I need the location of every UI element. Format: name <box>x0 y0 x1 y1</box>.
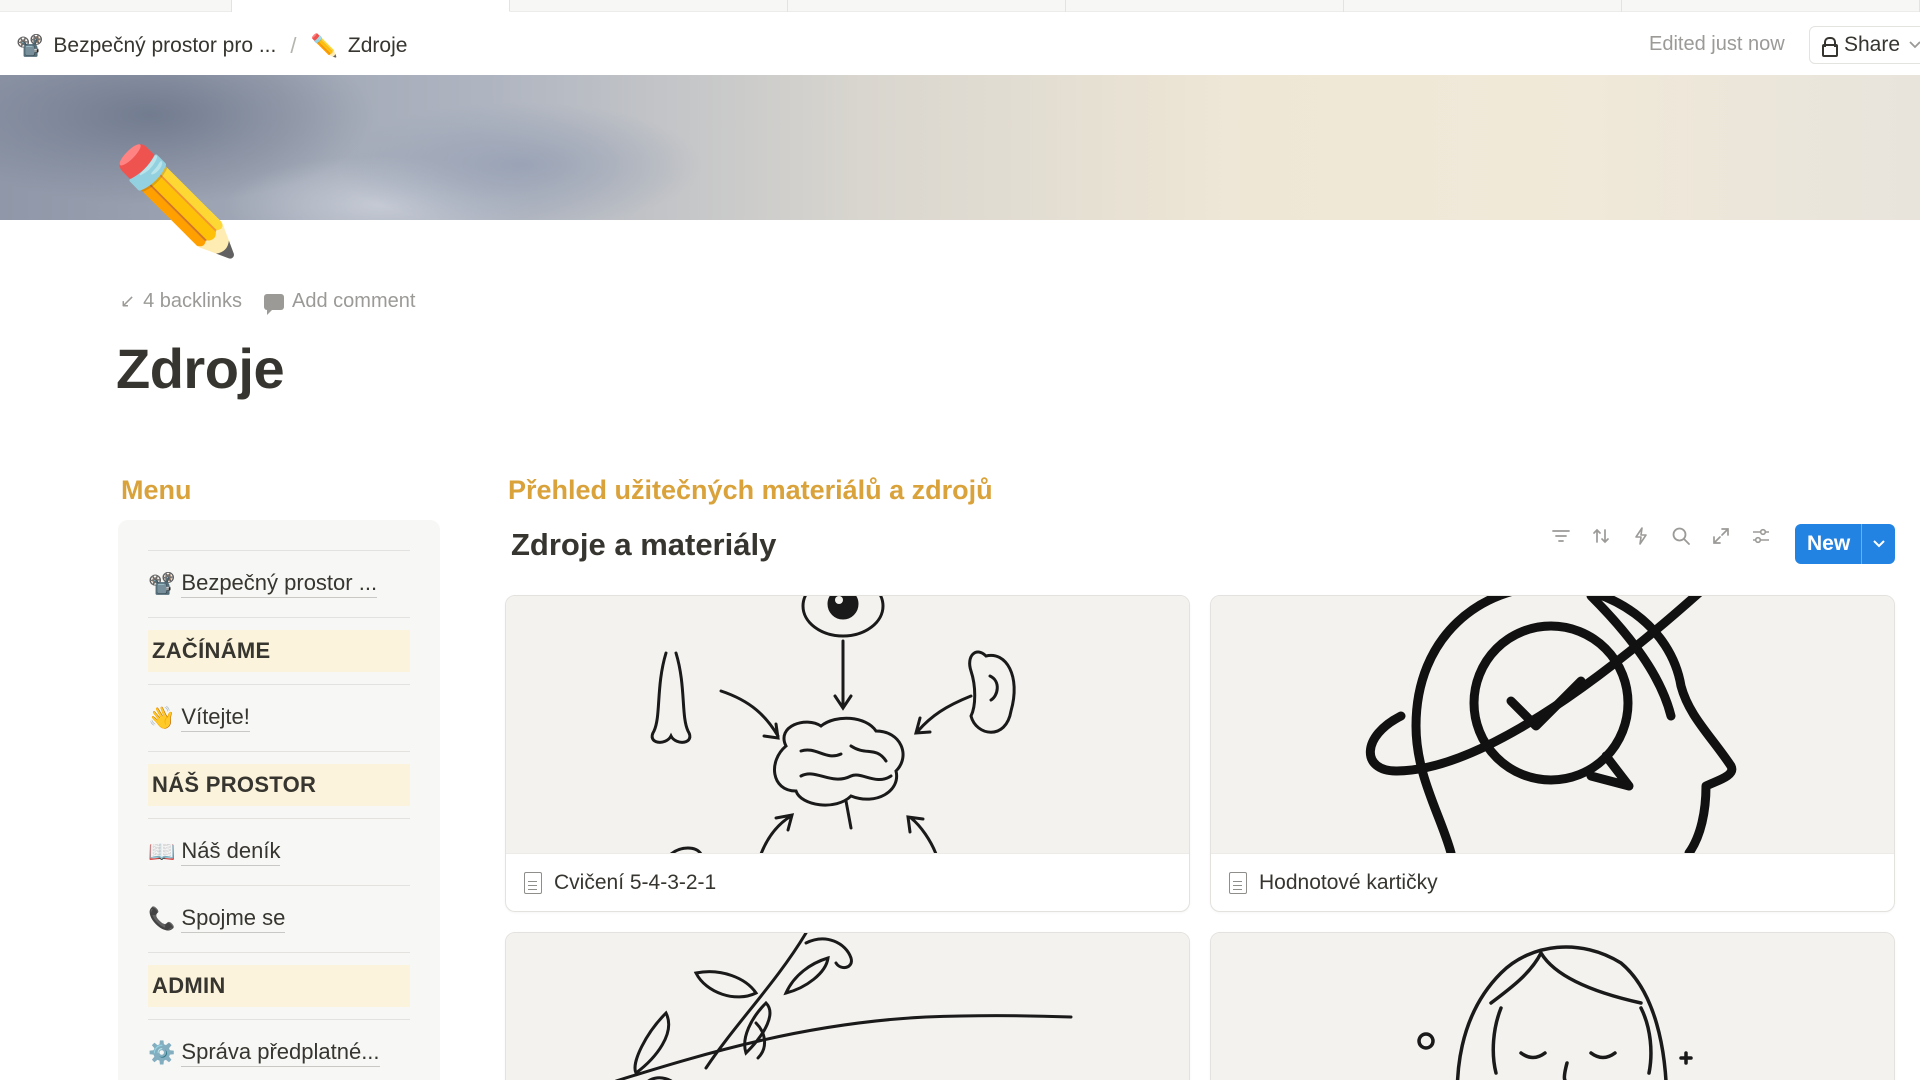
pencil-icon: ✏️ <box>310 33 338 58</box>
head-checkmark-illustration <box>1211 596 1894 853</box>
database-toolbar <box>1550 525 1772 547</box>
new-button[interactable]: New <box>1795 524 1895 564</box>
browser-tab[interactable] <box>1622 0 1920 12</box>
backlinks-label: 4 backlinks <box>143 290 243 312</box>
menu-section-label: ADMIN <box>148 965 410 1007</box>
page-icon <box>524 871 542 894</box>
database-title[interactable]: Zdroje a materiály <box>511 527 776 563</box>
share-label: Share <box>1844 33 1901 56</box>
chevron-down-icon <box>1909 41 1920 49</box>
menu-item-label: Náš deník <box>181 838 281 866</box>
branch-leaves-illustration <box>506 933 1189 1080</box>
breadcrumb-parent-label: Bezpečný prostor pro ... <box>53 34 277 57</box>
menu-heading: Menu <box>121 475 192 505</box>
gallery-card[interactable]: Cvičení 5-4-3-2-1 <box>505 595 1190 912</box>
chevron-down-icon[interactable] <box>1861 524 1895 564</box>
browser-tab[interactable] <box>1066 0 1344 12</box>
page-icon[interactable]: ✏️ <box>112 150 242 254</box>
breadcrumb-current-label: Zdroje <box>347 34 408 57</box>
browser-tab[interactable] <box>788 0 1066 12</box>
page-title[interactable]: Zdroje <box>116 336 285 401</box>
gallery-card[interactable] <box>505 932 1190 1080</box>
arrow-down-left-icon: ↙ <box>120 291 136 311</box>
gallery-card[interactable] <box>1210 932 1895 1080</box>
girl-face-illustration <box>1211 933 1894 1080</box>
menu-item-label: Bezpečný prostor ... <box>181 570 378 598</box>
menu-item-label: Spojme se <box>181 905 286 933</box>
projector-icon: 📽️ <box>16 33 44 58</box>
topbar: 📽️ Bezpečný prostor pro ... / ✏️ Zdroje … <box>0 12 1920 75</box>
card-title: Hodnotové kartičky <box>1259 870 1438 894</box>
new-button-label: New <box>1807 532 1851 555</box>
menu-section-admin: ADMIN <box>148 952 410 1019</box>
settings-icon[interactable] <box>1750 525 1772 547</box>
breadcrumb: 📽️ Bezpečný prostor pro ... / ✏️ Zdroje <box>10 31 413 61</box>
filter-icon[interactable] <box>1550 525 1572 547</box>
browser-tab[interactable] <box>0 0 232 12</box>
menu-item-bezpecny-prostor[interactable]: 📽️ Bezpečný prostor ... <box>148 550 410 617</box>
gallery-card[interactable]: Hodnotové kartičky <box>1210 595 1895 912</box>
add-comment-button[interactable]: Add comment <box>264 290 416 315</box>
breadcrumb-current[interactable]: ✏️ Zdroje <box>304 31 413 61</box>
menu-section-label: NÁŠ PROSTOR <box>148 764 410 806</box>
menu-item-label: Správa předplatné... <box>181 1039 380 1067</box>
senses-brain-illustration <box>506 596 1189 853</box>
menu-list: 📽️ Bezpečný prostor ... ZAČÍNÁME 👋 Vítejte… <box>148 550 410 1080</box>
tab-strip <box>0 0 1920 12</box>
lightning-icon[interactable] <box>1630 525 1652 547</box>
waving-hand-icon: 👋 <box>148 704 176 730</box>
telephone-icon: 📞 <box>148 905 176 931</box>
resources-heading: Přehled užitečných materiálů a zdrojů <box>508 475 993 505</box>
menu-item-nas-denik[interactable]: 📖 Náš deník <box>148 818 410 885</box>
page-cover-image[interactable] <box>0 75 1920 220</box>
browser-tab-active[interactable] <box>232 0 510 12</box>
browser-tab[interactable] <box>510 0 788 12</box>
expand-icon[interactable] <box>1710 525 1732 547</box>
breadcrumb-parent[interactable]: 📽️ Bezpečný prostor pro ... <box>10 31 282 61</box>
share-button[interactable]: Share <box>1809 26 1920 64</box>
page-icon <box>1229 871 1247 894</box>
card-caption: Cvičení 5-4-3-2-1 <box>506 853 1189 911</box>
search-icon[interactable] <box>1670 525 1692 547</box>
lock-icon <box>1822 37 1838 57</box>
browser-tab[interactable] <box>1344 0 1622 12</box>
sort-icon[interactable] <box>1590 525 1612 547</box>
backlinks-button[interactable]: ↙ 4 backlinks <box>120 290 242 313</box>
menu-section-nas-prostor: NÁŠ PROSTOR <box>148 751 410 818</box>
comment-icon <box>264 293 285 315</box>
breadcrumb-separator: / <box>290 33 297 58</box>
menu-item-label: Vítejte! <box>181 704 250 732</box>
page-meta: ↙ 4 backlinks Add comment <box>120 290 416 315</box>
card-title: Cvičení 5-4-3-2-1 <box>554 870 717 894</box>
gear-icon: ⚙️ <box>148 1039 176 1065</box>
menu-section-label: ZAČÍNÁME <box>148 630 410 672</box>
card-caption: Hodnotové kartičky <box>1211 853 1894 911</box>
menu-item-sprava-predplatneho[interactable]: ⚙️ Správa předplatné... <box>148 1019 410 1080</box>
menu-section-zaciname: ZAČÍNÁME <box>148 617 410 684</box>
menu-item-spojme-se[interactable]: 📞 Spojme se <box>148 885 410 952</box>
add-comment-label: Add comment <box>292 290 416 312</box>
edited-status: Edited just now <box>1649 33 1785 55</box>
open-book-icon: 📖 <box>148 838 176 864</box>
projector-icon: 📽️ <box>148 570 176 596</box>
menu-item-vitejte[interactable]: 👋 Vítejte! <box>148 684 410 751</box>
